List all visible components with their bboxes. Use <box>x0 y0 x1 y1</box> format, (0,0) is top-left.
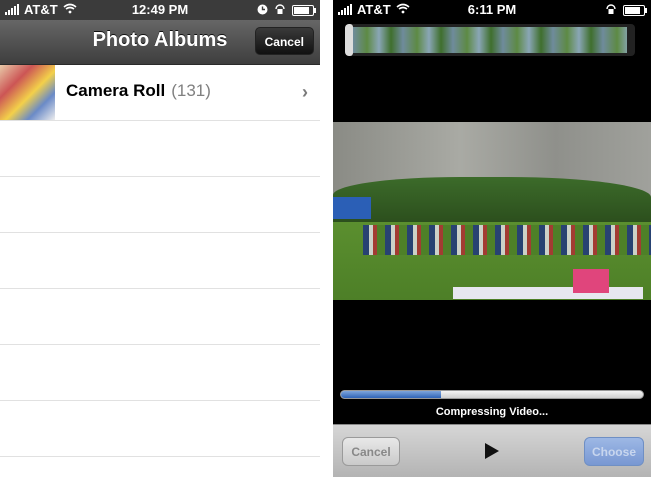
empty-row <box>0 233 320 289</box>
cancel-button[interactable]: Cancel <box>342 437 400 466</box>
battery-icon <box>623 5 647 16</box>
compression-progress-bar <box>340 390 644 399</box>
navigation-bar: Photo Albums Cancel <box>0 20 320 65</box>
empty-row <box>0 401 320 457</box>
status-bar: AT&T 6:11 PM <box>333 0 651 20</box>
album-title: Camera Roll (131) <box>66 81 211 100</box>
video-scene-crowd <box>363 225 651 255</box>
chevron-right-icon: › <box>302 82 308 102</box>
video-scene-trees <box>333 177 651 222</box>
status-bar: AT&T 12:49 PM <box>0 0 320 20</box>
video-scene-blanket <box>453 287 643 299</box>
video-scene-cooler <box>573 269 609 293</box>
video-trim-screen: AT&T 6:11 PM Compressing Video... Cancel <box>333 0 651 477</box>
lock-rotation-icon <box>274 3 286 18</box>
filmstrip-frames <box>353 27 627 53</box>
empty-row <box>0 345 320 401</box>
progress-label: Compressing Video... <box>435 406 549 418</box>
bottom-toolbar: Cancel Choose <box>333 424 651 477</box>
status-time: 6:11 PM <box>467 2 517 17</box>
video-preview[interactable] <box>333 122 651 300</box>
clock-icon <box>257 3 268 18</box>
album-thumbnail <box>0 65 55 120</box>
choose-button[interactable]: Choose <box>584 437 644 466</box>
album-list: Camera Roll (131) › <box>0 65 320 457</box>
lock-rotation-icon <box>605 3 617 18</box>
play-icon[interactable] <box>485 443 499 459</box>
empty-row <box>0 289 320 345</box>
screen-divider <box>320 0 333 477</box>
trim-handle[interactable] <box>345 24 353 56</box>
photo-albums-screen: AT&T 12:49 PM Photo Albums Cancel Camera… <box>0 0 320 477</box>
video-scene-tent <box>333 197 371 219</box>
status-right <box>605 3 647 18</box>
album-row-camera-roll[interactable]: Camera Roll (131) › <box>0 65 320 121</box>
status-right <box>257 3 316 18</box>
empty-row <box>0 121 320 177</box>
video-filmstrip-scrubber[interactable] <box>345 24 635 56</box>
battery-icon <box>292 5 316 16</box>
album-count: (131) <box>171 81 211 100</box>
empty-row <box>0 177 320 233</box>
cancel-button[interactable]: Cancel <box>254 27 314 55</box>
progress-fill <box>341 391 441 398</box>
